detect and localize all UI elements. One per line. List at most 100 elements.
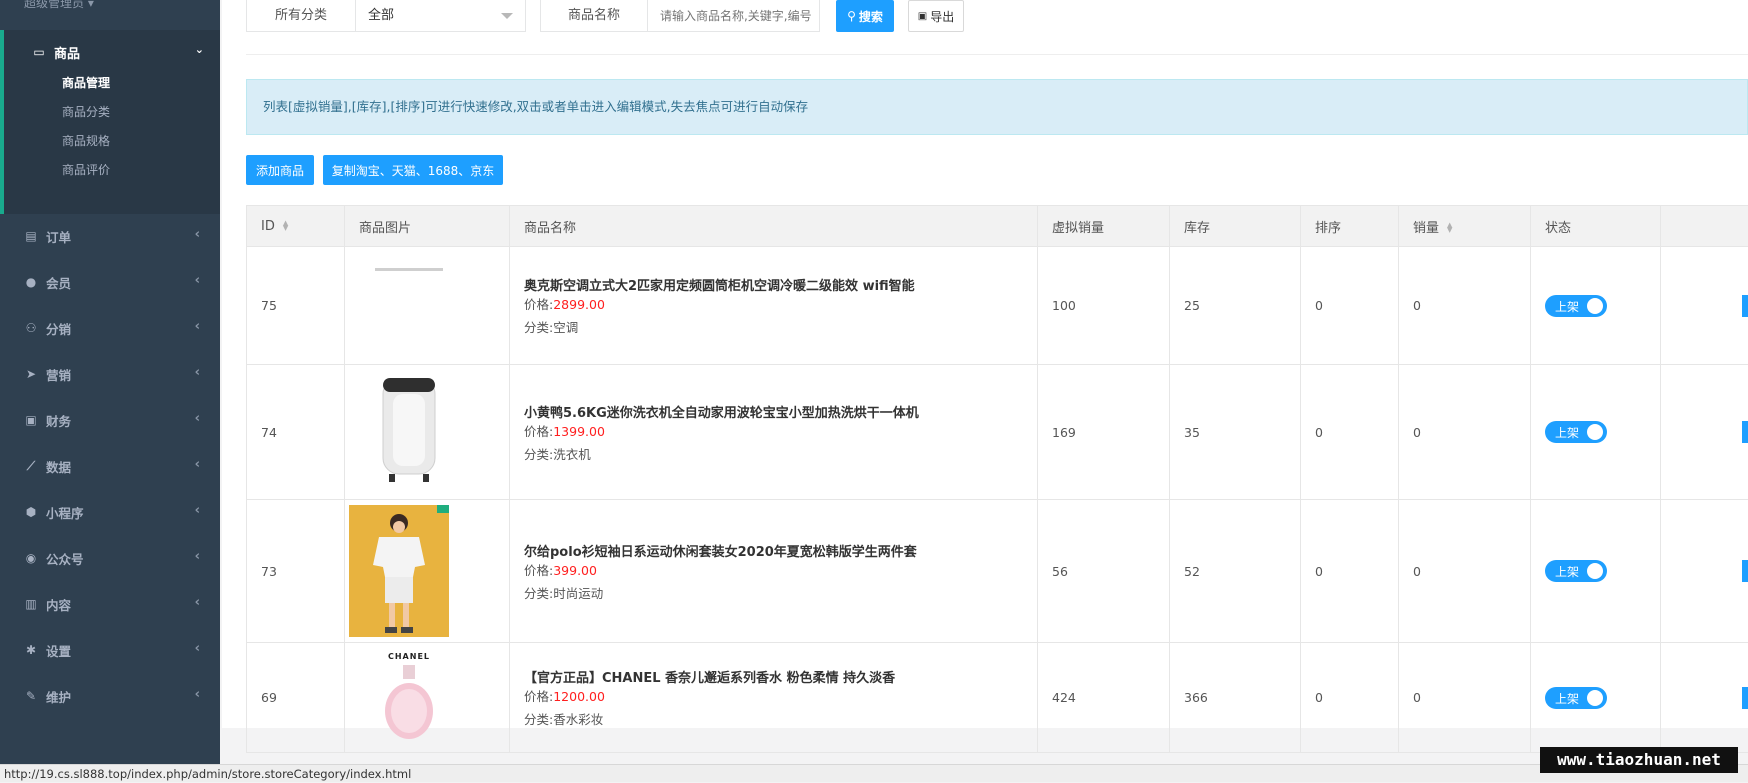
product-price: 2899.00	[553, 297, 605, 312]
column-header-status: 状态	[1531, 206, 1661, 247]
product-price: 1399.00	[553, 424, 605, 439]
cell-stock[interactable]: 25	[1170, 247, 1301, 365]
sidebar-sub-product-review[interactable]: 商品评价	[62, 161, 110, 178]
air-conditioner-image[interactable]	[359, 256, 459, 356]
category-select[interactable]: 全部	[356, 0, 525, 31]
sort-icon[interactable]: ▲▼	[1447, 223, 1452, 233]
chevron-left-icon: ‹	[195, 411, 200, 426]
sidebar-item-data[interactable]: ⟋数据‹	[0, 444, 220, 488]
add-product-button[interactable]: 添加商品	[246, 155, 314, 185]
search-button[interactable]: ⚲搜索	[836, 0, 894, 32]
sidebar-item-label: 小程序	[46, 503, 84, 522]
status-toggle[interactable]: 上架	[1545, 421, 1607, 443]
sidebar-user[interactable]: 超级管理员 ▾	[0, 0, 220, 22]
main-content: 所有分类 全部 商品名称 ⚲搜索 ▣导出 列表[虚拟销量],[库存],[排序]可…	[220, 0, 1748, 728]
sidebar-group-products: ▭ 商品 ⌄ 商品管理 商品分类 商品规格 商品评价	[0, 30, 220, 214]
toggle-knob	[1587, 298, 1603, 314]
sort-icon[interactable]: ▲▼	[283, 221, 288, 231]
edit-button[interactable]: 编辑	[1742, 687, 1748, 709]
cell-sort[interactable]: 0	[1301, 247, 1399, 365]
category-label: 分类:	[524, 712, 553, 727]
toggle-knob	[1587, 563, 1603, 579]
cell-sales: 0	[1399, 247, 1531, 365]
washing-machine-graphic	[379, 378, 439, 486]
cell-image	[345, 365, 510, 500]
sidebar-item-miniprogram[interactable]: ⬢小程序‹	[0, 490, 220, 534]
cell-virtual-sales[interactable]: 100	[1038, 247, 1170, 365]
column-header-virtual-sales: 虚拟销量	[1038, 206, 1170, 247]
table-row: 75 奥克斯空调立式大2匹家用定频圆筒柜机空调冷暖二级能效 wifi智能 价格:…	[247, 247, 1748, 365]
cell-sort[interactable]: 0	[1301, 643, 1399, 753]
sidebar-item-label: 内容	[46, 595, 71, 614]
sidebar-item-members[interactable]: ● 会员 ‹	[0, 260, 220, 304]
cell-stock[interactable]: 366	[1170, 643, 1301, 753]
cell-stock[interactable]: 35	[1170, 365, 1301, 500]
send-icon: ➤	[22, 367, 40, 381]
cell-virtual-sales[interactable]: 424	[1038, 643, 1170, 753]
sidebar-item-orders[interactable]: ▤订单‹	[0, 214, 220, 258]
sidebar-sub-product-spec[interactable]: 商品规格	[62, 132, 110, 149]
cell-image: CHANEL	[345, 643, 510, 753]
sidebar-sub-product-category[interactable]: 商品分类	[62, 103, 110, 120]
sidebar-item-wechat[interactable]: ◉公众号‹	[0, 536, 220, 580]
cell-name: 奥克斯空调立式大2匹家用定频圆筒柜机空调冷暖二级能效 wifi智能 价格:289…	[510, 247, 1038, 365]
edit-button[interactable]: 编辑	[1742, 421, 1748, 443]
chart-icon: ⟋	[22, 459, 40, 474]
sidebar-item-label: 维护	[46, 687, 71, 706]
sidebar-sub-product-manage[interactable]: 商品管理	[62, 74, 110, 91]
perfume-image[interactable]: CHANEL	[359, 646, 459, 750]
cell-image	[345, 500, 510, 643]
product-category: 香水彩妆	[553, 712, 603, 727]
cell-virtual-sales[interactable]: 169	[1038, 365, 1170, 500]
cell-sales: 0	[1399, 643, 1531, 753]
status-toggle[interactable]: 上架	[1545, 687, 1607, 709]
product-category: 空调	[553, 320, 578, 335]
laptop-icon: ▭	[30, 45, 48, 59]
cell-sort[interactable]: 0	[1301, 500, 1399, 643]
sidebar-item-content[interactable]: ▥内容‹	[0, 582, 220, 626]
status-toggle[interactable]: 上架	[1545, 560, 1607, 582]
info-notice: 列表[虚拟销量],[库存],[排序]可进行快速修改,双击或者单击进入编辑模式,失…	[246, 79, 1748, 135]
edit-button[interactable]: 编辑	[1742, 295, 1748, 317]
wechat-icon: ◉	[22, 551, 40, 565]
column-header-image: 商品图片	[345, 206, 510, 247]
list-icon: ▤	[22, 229, 40, 243]
cell-actions: 编辑	[1661, 500, 1748, 643]
chevron-left-icon: ‹	[195, 273, 200, 288]
user-icon: ●	[22, 275, 40, 289]
column-header-id[interactable]: ID▲▼	[247, 206, 345, 247]
cell-stock[interactable]: 52	[1170, 500, 1301, 643]
sidebar-item-finance[interactable]: ▣财务‹	[0, 398, 220, 442]
chevron-left-icon: ‹	[195, 549, 200, 564]
chevron-left-icon: ‹	[195, 641, 200, 656]
sidebar-item-label: 分销	[46, 319, 71, 338]
sidebar-item-marketing[interactable]: ➤营销‹	[0, 352, 220, 396]
sidebar-item-distribution[interactable]: ⚇分销‹	[0, 306, 220, 350]
cell-virtual-sales[interactable]: 56	[1038, 500, 1170, 643]
table-row: 69 CHANEL 【官方正品】CHANEL 香奈儿邂逅系列香水 粉	[247, 643, 1748, 753]
chevron-left-icon: ‹	[195, 503, 200, 518]
product-category: 时尚运动	[553, 586, 603, 601]
sportswear-image[interactable]	[349, 505, 449, 637]
image-placeholder	[375, 268, 443, 271]
cell-sort[interactable]: 0	[1301, 365, 1399, 500]
cell-name: 【官方正品】CHANEL 香奈儿邂逅系列香水 粉色柔情 持久淡香 价格:1200…	[510, 643, 1038, 753]
cell-status: 上架	[1531, 365, 1661, 500]
sidebar-item-settings[interactable]: ✱设置‹	[0, 628, 220, 672]
edit-button[interactable]: 编辑	[1742, 560, 1748, 582]
sidebar-item-products[interactable]: ▭ 商品 ⌄	[4, 30, 220, 74]
column-header-sales[interactable]: 销量 ▲▼	[1399, 206, 1531, 247]
copy-product-button[interactable]: 复制淘宝、天猫、1688、京东	[323, 155, 503, 185]
header-label: 销量	[1413, 221, 1439, 236]
search-button-label: 搜索	[859, 8, 883, 25]
washing-machine-image[interactable]	[359, 366, 459, 498]
search-input[interactable]	[648, 0, 819, 31]
product-list-card: 所有分类 全部 商品名称 ⚲搜索 ▣导出 列表[虚拟销量],[库存],[排序]可…	[222, 0, 1748, 728]
sidebar-item-maintenance[interactable]: ✎维护‹	[0, 674, 220, 718]
status-toggle[interactable]: 上架	[1545, 295, 1607, 317]
category-filter[interactable]: 所有分类 全部	[246, 0, 526, 32]
export-button[interactable]: ▣导出	[908, 0, 964, 32]
category-label: 分类:	[524, 447, 553, 462]
chevron-left-icon: ‹	[195, 595, 200, 610]
sidebar-item-label: 会员	[46, 273, 71, 292]
